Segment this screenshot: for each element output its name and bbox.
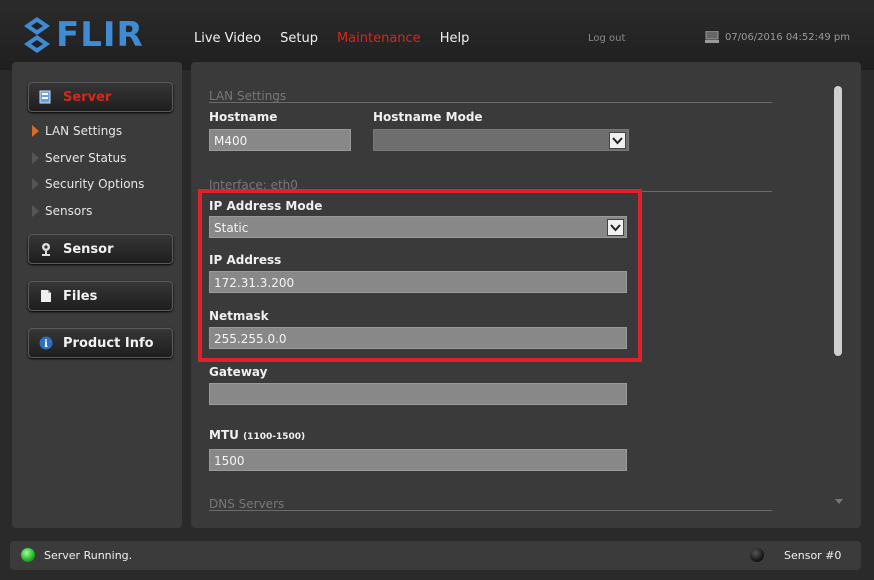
chevron-down-icon	[607, 219, 624, 236]
sidebar-item-label: Security Options	[45, 177, 145, 191]
sidebar-item-sensors[interactable]: Sensors	[32, 204, 92, 218]
sensor-status-led-icon	[750, 548, 764, 562]
ip-address-mode-select[interactable]: Static	[209, 216, 627, 238]
ip-address-mode-value: Static	[214, 221, 249, 235]
main-nav: Live Video Setup Maintenance Help	[194, 31, 488, 46]
scrollbar-thumb[interactable]	[834, 86, 842, 356]
sidebar-server-label: Server	[63, 89, 112, 105]
lan-settings-section-title: LAN Settings	[209, 89, 287, 103]
hostname-label: Hostname	[209, 110, 278, 124]
server-status-led-icon	[21, 548, 35, 562]
logo-text: FLIR	[56, 15, 144, 55]
mtu-range-text: (1100-1500)	[243, 432, 306, 442]
sidebar-item-label: LAN Settings	[45, 124, 123, 138]
chevron-down-icon	[609, 132, 626, 149]
logout-link[interactable]: Log out	[588, 33, 625, 44]
datetime-display: 07/06/2016 04:52:49 pm	[705, 31, 850, 43]
section-divider	[209, 191, 772, 192]
hostname-input[interactable]: M400	[209, 129, 351, 151]
gateway-label: Gateway	[209, 365, 268, 379]
file-icon	[41, 290, 51, 302]
hostname-mode-label: Hostname Mode	[373, 110, 483, 124]
sidebar-server-button[interactable]: Server	[28, 82, 173, 112]
mtu-label: MTU (1100-1500)	[209, 428, 305, 442]
sidebar-item-security-options[interactable]: Security Options	[32, 177, 144, 191]
sensor-status-text: Sensor #0	[784, 549, 842, 562]
svg-text:i: i	[44, 339, 48, 350]
computer-icon	[705, 31, 719, 43]
netmask-input[interactable]: 255.255.0.0	[209, 327, 627, 349]
lan-settings-panel: LAN Settings Hostname M400 Hostname Mode…	[191, 62, 861, 528]
datetime-text: 07/06/2016 04:52:49 pm	[725, 31, 850, 43]
server-status-text: Server Running.	[44, 549, 133, 562]
status-bar: Server Running. Sensor #0	[10, 541, 861, 570]
sidebar-sensor-button[interactable]: Sensor	[28, 234, 173, 264]
active-arrow-icon	[32, 125, 39, 137]
sidebar-sensor-label: Sensor	[63, 241, 114, 257]
sidebar: Server LAN Settings Server Status Securi…	[12, 62, 182, 528]
gateway-input[interactable]	[209, 383, 627, 405]
sidebar-files-label: Files	[63, 288, 98, 304]
sidebar-item-label: Sensors	[45, 204, 93, 218]
arrow-icon	[32, 205, 39, 217]
ip-address-input[interactable]: 172.31.3.200	[209, 271, 627, 293]
flir-logo: FLIR	[22, 14, 144, 56]
sidebar-files-button[interactable]: Files	[28, 281, 173, 311]
arrow-icon	[32, 178, 39, 190]
scroll-down-icon[interactable]	[835, 499, 843, 504]
ip-address-mode-label: IP Address Mode	[209, 199, 323, 213]
nav-live-video[interactable]: Live Video	[194, 31, 261, 46]
server-icon	[39, 90, 51, 104]
section-divider	[209, 510, 772, 511]
mtu-label-text: MTU	[209, 428, 239, 442]
sidebar-item-server-status[interactable]: Server Status	[32, 151, 126, 165]
nav-maintenance[interactable]: Maintenance	[337, 31, 421, 46]
sidebar-item-label: Server Status	[45, 151, 127, 165]
hostname-mode-select[interactable]	[373, 129, 629, 151]
section-divider	[209, 102, 772, 103]
top-bar: FLIR Live Video Setup Maintenance Help L…	[0, 0, 874, 70]
netmask-label: Netmask	[209, 309, 269, 323]
arrow-icon	[32, 152, 39, 164]
ip-address-label: IP Address	[209, 253, 282, 267]
flir-logo-mark-icon	[24, 17, 50, 53]
sensor-icon	[42, 243, 50, 256]
sidebar-product-info-label: Product Info	[63, 335, 154, 351]
nav-help[interactable]: Help	[440, 31, 470, 46]
interface-section-title: Interface: eth0	[209, 178, 298, 192]
mtu-input[interactable]: 1500	[209, 449, 627, 471]
nav-setup[interactable]: Setup	[280, 31, 318, 46]
info-icon: i	[39, 336, 53, 350]
dns-servers-section-title: DNS Servers	[209, 497, 285, 511]
sidebar-product-info-button[interactable]: i Product Info	[28, 328, 173, 358]
sidebar-item-lan-settings[interactable]: LAN Settings	[32, 124, 122, 138]
